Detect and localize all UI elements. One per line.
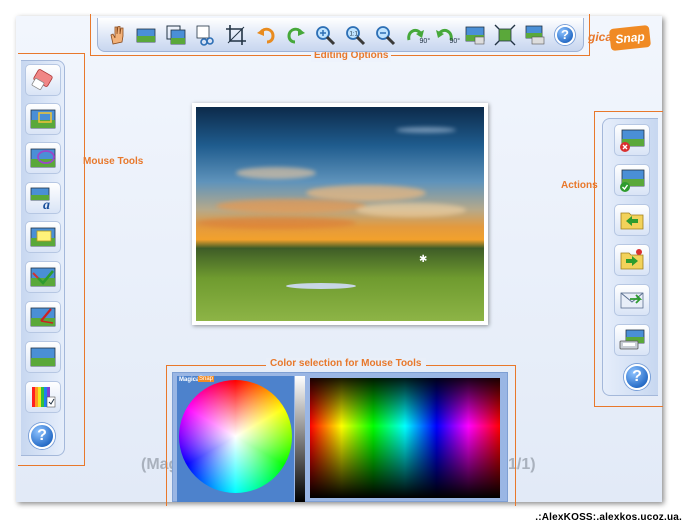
app-logo-snap: Snap bbox=[608, 24, 652, 52]
pen-button[interactable] bbox=[25, 301, 61, 333]
color-wheel[interactable] bbox=[179, 380, 292, 493]
selection-button[interactable] bbox=[25, 103, 61, 135]
save-icon bbox=[620, 249, 644, 270]
save-button[interactable] bbox=[614, 244, 650, 276]
note-button[interactable] bbox=[25, 221, 61, 253]
actions-help-button[interactable]: ? bbox=[624, 364, 650, 390]
cut-icon[interactable] bbox=[194, 23, 218, 47]
print-button[interactable] bbox=[614, 324, 650, 356]
selection-icon bbox=[30, 109, 56, 129]
rotate-right-icon[interactable]: 90° bbox=[403, 23, 430, 47]
pen-icon bbox=[30, 307, 56, 327]
delete-icon bbox=[620, 129, 645, 152]
zoom-actual-icon[interactable]: 1:1 bbox=[344, 23, 368, 47]
zoom-out-icon[interactable] bbox=[373, 23, 397, 47]
note-icon bbox=[30, 227, 56, 247]
mouse-cursor-icon: ✱ bbox=[419, 254, 428, 265]
zoom-in-icon[interactable] bbox=[314, 23, 338, 47]
pond bbox=[286, 283, 356, 289]
color-palette-icon bbox=[32, 387, 56, 408]
svg-text:a: a bbox=[43, 198, 50, 210]
help-icon: ? bbox=[554, 24, 575, 45]
rotate-left-icon[interactable]: 90° bbox=[433, 23, 461, 47]
crop-icon[interactable] bbox=[224, 23, 248, 47]
undo-icon[interactable] bbox=[254, 23, 278, 47]
hand-icon[interactable] bbox=[104, 23, 128, 47]
image-settings-icon[interactable] bbox=[463, 23, 487, 47]
screen-capture-icon[interactable] bbox=[523, 23, 547, 47]
check-mark-button[interactable] bbox=[25, 261, 61, 293]
color-palette-button[interactable] bbox=[25, 381, 61, 413]
landscape-photo: ✱ bbox=[196, 107, 484, 321]
text-button[interactable]: a bbox=[25, 182, 61, 214]
watermark: .:AlexKOSS:.alexkos.ucoz.ua. bbox=[535, 512, 682, 523]
resize-icon[interactable] bbox=[164, 23, 188, 47]
svg-text:1:1: 1:1 bbox=[350, 31, 359, 37]
help-icon: ? bbox=[29, 423, 55, 449]
email-icon bbox=[620, 292, 644, 309]
rotate-left-label: 90° bbox=[449, 37, 461, 45]
email-button[interactable] bbox=[614, 284, 650, 316]
delete-button[interactable] bbox=[614, 124, 650, 156]
actions-label: Actions bbox=[561, 180, 598, 191]
accept-icon bbox=[620, 169, 645, 192]
accept-button[interactable] bbox=[614, 164, 650, 196]
mouse-tools-help-button[interactable]: ? bbox=[29, 423, 55, 449]
landscape-button[interactable] bbox=[25, 341, 61, 373]
help-icon: ? bbox=[624, 364, 650, 390]
open-folder-icon bbox=[620, 212, 644, 230]
text-icon: a bbox=[30, 187, 50, 210]
eraser-button[interactable] bbox=[25, 64, 61, 96]
spectrum-shade bbox=[310, 378, 500, 426]
rotate-right-label: 90° bbox=[419, 37, 431, 45]
mouse-tools-label: Mouse Tools bbox=[83, 156, 144, 167]
ellipse-button[interactable] bbox=[25, 142, 61, 174]
redo-icon[interactable] bbox=[284, 23, 308, 47]
color-selection-label: Color selection for Mouse Tools bbox=[266, 358, 426, 370]
mini-logo-snap: Snap bbox=[198, 376, 215, 382]
print-icon bbox=[619, 329, 645, 350]
ellipse-icon bbox=[30, 148, 56, 168]
image-preview[interactable]: ✱ bbox=[192, 103, 488, 325]
eraser-icon bbox=[31, 69, 53, 90]
editing-toolbar: 1:1 90° 90° ? bbox=[97, 18, 584, 52]
image-icon[interactable] bbox=[134, 23, 158, 47]
help-button-toolbar[interactable]: ? bbox=[553, 23, 577, 47]
fit-icon[interactable] bbox=[493, 23, 517, 47]
check-mark-icon bbox=[30, 267, 56, 287]
open-folder-button[interactable] bbox=[614, 204, 650, 236]
brightness-slider[interactable] bbox=[295, 376, 305, 502]
landscape-icon bbox=[30, 347, 56, 367]
